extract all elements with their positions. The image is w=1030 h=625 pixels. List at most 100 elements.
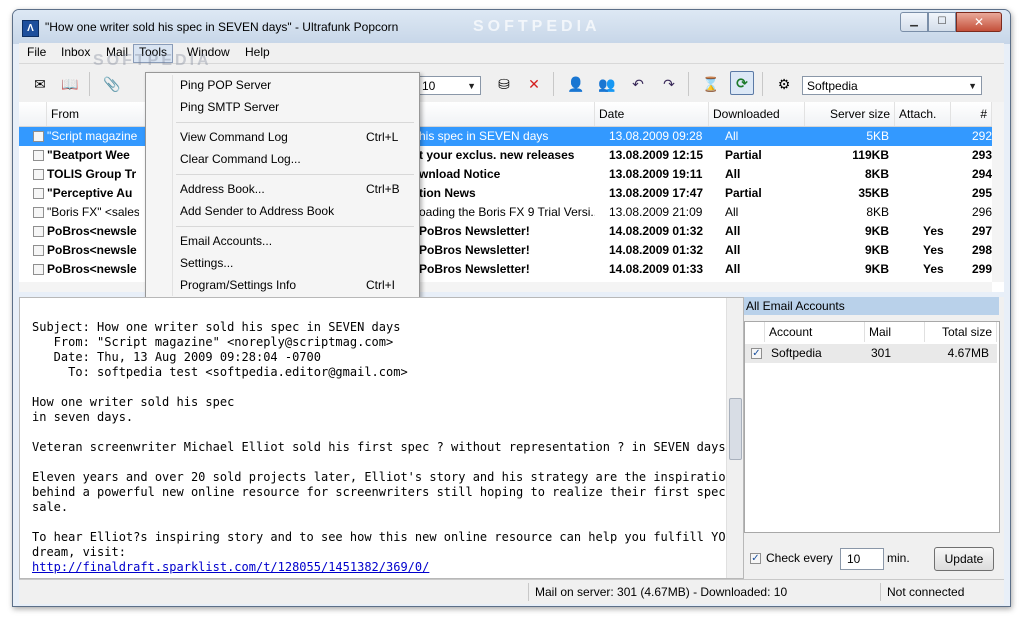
toolbar-separator: [688, 72, 689, 96]
row-number: 294: [971, 167, 992, 181]
row-checkbox[interactable]: [33, 188, 44, 199]
check-every-checkbox[interactable]: ✓: [750, 553, 761, 564]
menu-item-label: Address Book...: [180, 182, 265, 196]
row-size: 5KB: [866, 129, 889, 143]
menu-item-address-book[interactable]: Address Book... Ctrl+B: [148, 179, 417, 199]
account-select[interactable]: Softpedia ▼: [802, 76, 982, 95]
column-attach[interactable]: Attach.: [895, 102, 951, 126]
menu-item-settings[interactable]: Settings...: [148, 253, 417, 273]
maximize-button[interactable]: ☐: [928, 12, 956, 32]
toolbar-separator: [553, 72, 554, 96]
address-book-icon[interactable]: 📖: [59, 73, 81, 95]
menu-item-ping-smtp-server[interactable]: Ping SMTP Server: [148, 97, 417, 117]
column-downloaded[interactable]: Downloaded: [709, 102, 805, 126]
row-downloaded: Partial: [725, 148, 762, 162]
row-attach: Yes: [923, 262, 944, 276]
scrollbar-thumb[interactable]: [729, 398, 742, 460]
row-checkbox[interactable]: [33, 207, 44, 218]
row-downloaded: All: [725, 243, 741, 257]
row-checkbox[interactable]: [33, 150, 44, 161]
check-interval-input[interactable]: 10: [840, 548, 884, 570]
menu-help[interactable]: Help: [240, 44, 275, 61]
row-date: 13.08.2009 12:15: [609, 148, 704, 162]
row-size: 8KB: [864, 167, 889, 181]
check-mail-icon[interactable]: ⟳: [730, 71, 754, 95]
chevron-down-icon: ▼: [467, 81, 476, 91]
row-attach: [923, 146, 963, 165]
row-from: "Boris FX" <sales: [47, 205, 139, 219]
row-subject: oading the Boris FX 9 Trial Versi...: [419, 205, 595, 219]
preview-scrollbar[interactable]: [726, 298, 743, 578]
menu-item-shortcut: Ctrl+L: [366, 130, 399, 144]
column-check[interactable]: [745, 322, 765, 342]
menu-item-ping-pop-server[interactable]: Ping POP Server: [148, 75, 417, 95]
column-account[interactable]: Account: [765, 322, 865, 342]
row-attach: [923, 203, 963, 222]
column-date[interactable]: Date: [595, 102, 709, 126]
row-downloaded: All: [725, 262, 741, 276]
menu-item-label: Clear Command Log...: [180, 152, 301, 166]
column-number[interactable]: #: [951, 102, 992, 126]
column-check[interactable]: [19, 102, 47, 126]
menu-item-label: Ping POP Server: [180, 78, 272, 92]
watermark: SOFTPEDIA: [473, 18, 601, 35]
menu-item-add-sender-to-address-book[interactable]: Add Sender to Address Book: [148, 201, 417, 221]
row-size: 35KB: [858, 186, 889, 200]
minimize-button[interactable]: ▁: [900, 12, 928, 32]
filter-icon[interactable]: ⛁: [493, 73, 515, 95]
menu-item-email-accounts[interactable]: Email Accounts...: [148, 231, 417, 251]
row-date: 14.08.2009 01:33: [609, 262, 704, 276]
account-checkbox[interactable]: ✓: [751, 348, 762, 359]
column-total-size[interactable]: Total size: [925, 322, 997, 342]
window-controls: ▁ ☐ ✕: [900, 12, 1002, 32]
user-icon[interactable]: 👤: [565, 73, 587, 95]
menu-item-label: Program/Settings Info: [180, 278, 297, 292]
hourglass-icon[interactable]: ⌛: [700, 73, 722, 95]
new-mail-icon[interactable]: ✉: [29, 73, 51, 95]
column-server-size[interactable]: Server size: [805, 102, 895, 126]
message-preview: Subject: How one writer sold his spec in…: [19, 297, 744, 579]
row-checkbox[interactable]: [33, 226, 44, 237]
menu-item-label: Email Accounts...: [180, 234, 273, 248]
message-count-select[interactable]: 10 ▼: [417, 76, 481, 95]
row-number: 298: [971, 243, 992, 257]
row-checkbox[interactable]: [33, 131, 44, 142]
row-attach: [923, 165, 963, 184]
menu-separator: [176, 226, 414, 227]
row-from: PoBros<newsle: [47, 224, 137, 238]
column-mail[interactable]: Mail: [865, 322, 925, 342]
users-icon[interactable]: 👥: [596, 73, 618, 95]
row-from: TOLIS Group Tr: [47, 167, 137, 181]
menu-inbox[interactable]: Inbox: [56, 44, 95, 61]
row-subject: PoBros Newsletter!: [419, 262, 530, 276]
menu-item-view-command-log[interactable]: View Command Log Ctrl+L: [148, 127, 417, 147]
menu-item-clear-command-log[interactable]: Clear Command Log...: [148, 149, 417, 169]
row-subject: tion News: [419, 186, 476, 200]
reply-all-icon[interactable]: ↶: [627, 73, 649, 95]
account-row[interactable]: ✓ Softpedia 301 4.67MB: [745, 344, 997, 363]
message-list-scrollbar[interactable]: [992, 102, 1004, 282]
row-checkbox[interactable]: [33, 169, 44, 180]
settings-icon[interactable]: ⚙: [773, 73, 795, 95]
accounts-panel: All Email Accounts Account Mail Total si…: [744, 297, 1004, 579]
row-subject: PoBros Newsletter!: [419, 224, 530, 238]
delete-icon[interactable]: ✕: [523, 73, 545, 95]
row-checkbox[interactable]: [33, 264, 44, 275]
row-downloaded: All: [725, 167, 741, 181]
row-checkbox[interactable]: [33, 245, 44, 256]
menu-item-shortcut: Ctrl+I: [366, 278, 396, 292]
row-attach: [923, 127, 963, 146]
title-bar[interactable]: Λ "How one writer sold his spec in SEVEN…: [13, 10, 1010, 44]
forward-all-icon[interactable]: ↷: [658, 73, 680, 95]
chevron-down-icon: ▼: [968, 81, 977, 91]
row-downloaded: Partial: [725, 186, 762, 200]
menu-item-program-settings-info[interactable]: Program/Settings Info Ctrl+I: [148, 275, 417, 295]
preview-link[interactable]: http://finaldraft.sparklist.com/t/128055…: [32, 560, 429, 574]
row-size: 9KB: [864, 243, 889, 257]
row-number: 295: [971, 186, 992, 200]
toolbar-separator: [762, 72, 763, 96]
close-button[interactable]: ✕: [956, 12, 1002, 32]
menu-file[interactable]: File: [22, 44, 51, 61]
attach-icon[interactable]: 📎: [101, 73, 123, 95]
update-button[interactable]: Update: [934, 547, 994, 571]
